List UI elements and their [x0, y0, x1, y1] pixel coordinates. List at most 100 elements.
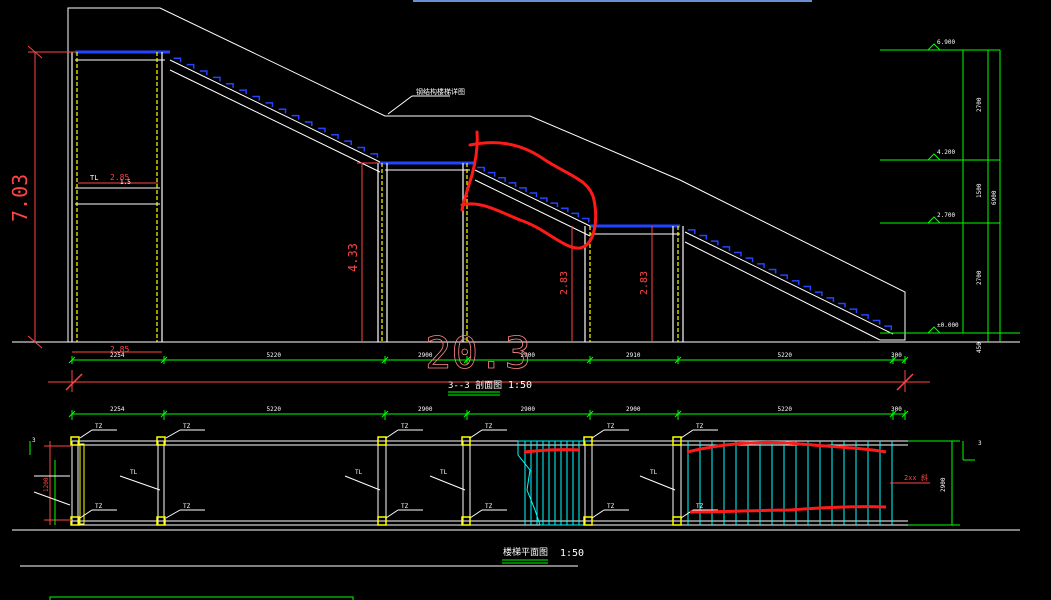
- tread-mark: [239, 89, 247, 95]
- tread-mark: [199, 70, 208, 75]
- tread-mark: [861, 314, 869, 319]
- svg-text:2900: 2900: [940, 477, 947, 492]
- tread-mark: [803, 285, 812, 291]
- dim-label: 2900: [521, 406, 536, 413]
- tread-mark: [838, 302, 846, 308]
- column-leader-label: TZ: [696, 423, 704, 430]
- overlay-total-value: 20.3: [425, 328, 531, 379]
- tread-mark: [539, 197, 548, 203]
- beam-leader-label: TL: [355, 469, 363, 476]
- stair-envelope: [67, 7, 906, 342]
- mid-height-dim: 4.33: [346, 162, 380, 342]
- plan-right-dims: 2900 3 2xx 斜: [890, 440, 982, 526]
- tread-mark: [780, 274, 788, 280]
- tread-mark: [757, 263, 765, 268]
- plan-leaders: TZ TZ TZ TZ TZ TZ TZ TZ TZ TZ TZ TZ TL TL TL TL: [79, 423, 718, 519]
- tread-mark: [477, 166, 485, 172]
- svg-text:楼梯平面图: 楼梯平面图: [503, 546, 548, 558]
- tread-mark: [571, 212, 580, 218]
- tread-mark: [791, 280, 800, 285]
- svg-text:3--3 剖面图: 3--3 剖面图: [448, 379, 502, 391]
- dim-label: 5220: [778, 406, 793, 413]
- column-leader-label: TZ: [607, 503, 615, 510]
- column-leader-label: TZ: [95, 423, 103, 430]
- red-markup-annotation: [460, 130, 598, 250]
- stair-flights: [169, 59, 894, 341]
- dim-label: 5220: [267, 352, 282, 359]
- tread-mark: [226, 82, 234, 88]
- total-height-text: 7.03: [8, 174, 32, 222]
- dim-label: 300: [891, 352, 902, 359]
- stair-treads: [173, 57, 892, 331]
- tread-mark: [699, 234, 708, 240]
- tread-mark: [710, 240, 719, 246]
- tread-mark: [344, 140, 352, 146]
- column-leader-label: TZ: [183, 503, 191, 510]
- svg-text:±0.000: ±0.000: [937, 322, 959, 329]
- tread-mark: [872, 319, 881, 325]
- tread-mark: [212, 76, 221, 82]
- tread-mark: [814, 291, 823, 297]
- svg-text:1.5: 1.5: [120, 179, 131, 186]
- svg-text:3: 3: [32, 437, 36, 444]
- tread-mark: [252, 95, 261, 101]
- tread-mark: [331, 133, 339, 139]
- low-height-text-1: 2.83: [559, 271, 570, 295]
- beam-leader-label: TL: [130, 469, 138, 476]
- svg-text:1500: 1500: [976, 183, 983, 198]
- plan-view: 2254 5220 2900 2900 2900 5220 300 TZTZTZ…: [12, 406, 1020, 600]
- tread-mark: [581, 217, 590, 223]
- beam-leader-label: TL: [440, 469, 448, 476]
- tread-mark: [519, 187, 527, 192]
- tread-mark: [304, 121, 313, 126]
- svg-text:TL: TL: [90, 174, 98, 182]
- column-leader-label: TZ: [485, 423, 493, 430]
- tread-mark: [173, 57, 182, 63]
- note-text: 钢结构楼梯详图: [416, 87, 465, 96]
- tread-mark: [487, 171, 496, 177]
- tread-mark: [687, 229, 696, 234]
- red-markup-plan-1: [523, 448, 581, 454]
- plan-title: 楼梯平面图 1:50: [502, 546, 584, 564]
- plan-dimension-chain: 2254 5220 2900 2900 2900 5220 300: [68, 406, 909, 420]
- tread-mark: [722, 246, 731, 251]
- dim-label: 2900: [626, 406, 641, 413]
- dim-label: 2910: [626, 352, 641, 359]
- cad-drawing: 钢结构楼梯详图 7.03 4.33 2.83 2.83 TL 2.85 1.5 …: [8, 0, 1020, 600]
- tread-mark: [508, 182, 517, 187]
- plan-beams: [71, 441, 682, 525]
- tread-mark: [550, 202, 559, 208]
- column-leader-label: TZ: [95, 503, 103, 510]
- column-leader-label: TZ: [401, 503, 409, 510]
- tread-mark: [884, 325, 892, 331]
- tread-mark: [265, 102, 274, 107]
- svg-text:2.700: 2.700: [937, 212, 955, 219]
- column-leader-label: TZ: [401, 423, 409, 430]
- tread-mark: [734, 251, 742, 257]
- column-leader-label: TZ: [696, 503, 704, 510]
- total-height-dim: 7.03: [8, 45, 75, 349]
- svg-text:1:50: 1:50: [508, 380, 532, 391]
- plan-columns: [70, 436, 682, 526]
- columns: [71, 52, 684, 342]
- note-leader: 钢结构楼梯详图: [387, 87, 465, 115]
- tread-mark: [278, 108, 287, 114]
- tread-mark: [826, 297, 835, 302]
- tread-mark: [768, 268, 777, 274]
- plan-left-dims: 3 1200: [29, 437, 72, 525]
- column-leader-label: TZ: [485, 503, 493, 510]
- tread-mark: [529, 192, 538, 197]
- low-height-text-2: 2.83: [639, 271, 650, 295]
- svg-text:1200: 1200: [43, 477, 50, 492]
- tread-mark: [560, 207, 569, 213]
- tread-mark: [849, 308, 858, 314]
- slope-note: 2xx 斜: [904, 473, 928, 482]
- svg-text:1:50: 1:50: [560, 548, 584, 559]
- tread-mark: [745, 257, 754, 263]
- dim-label: 2900: [418, 406, 433, 413]
- dim-label: 5220: [267, 406, 282, 413]
- column-leader-label: TZ: [607, 423, 615, 430]
- red-markup-plan-3: [689, 505, 887, 514]
- mid-height-text: 4.33: [346, 243, 360, 272]
- tread-mark: [291, 114, 300, 120]
